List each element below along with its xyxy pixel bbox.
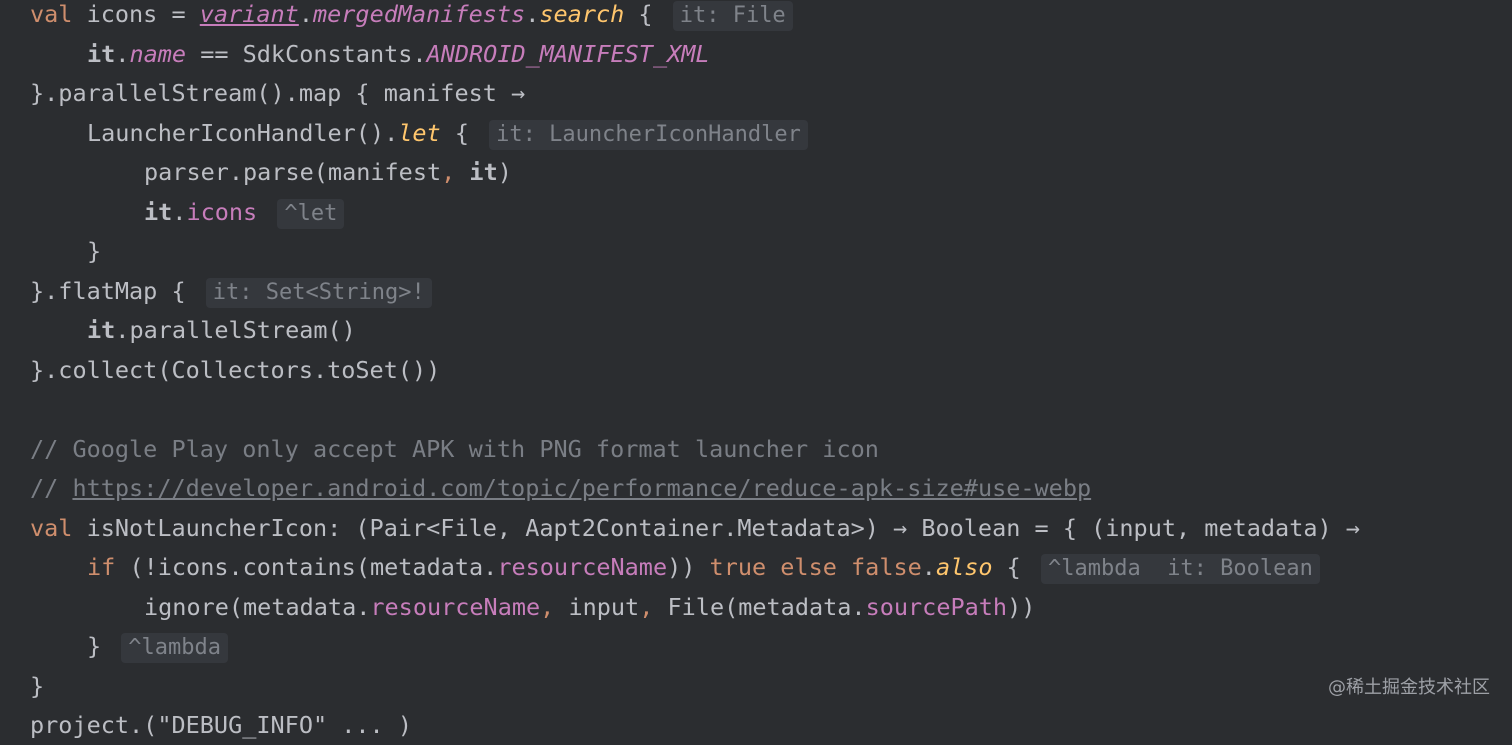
code-line[interactable]: // Google Play only accept APK with PNG …	[30, 430, 879, 469]
code-token: variant	[200, 0, 299, 28]
inlay-hint: ^let	[277, 199, 344, 229]
code-token: icons =	[87, 0, 200, 28]
inlay-hint: it: File	[673, 1, 793, 31]
code-token: parser.parse(manifest	[144, 158, 441, 186]
code-line[interactable]: parser.parse(manifest, it)	[144, 153, 512, 192]
code-token: sourcePath	[866, 593, 1007, 621]
inlay-hint: it: LauncherIconHandler	[489, 120, 808, 150]
code-line[interactable]: it.icons ^let	[144, 193, 344, 232]
code-token: it	[144, 198, 172, 226]
code-line[interactable]: ignore(metadata.resourceName, input, Fil…	[144, 588, 1035, 627]
code-token	[257, 198, 271, 226]
code-line[interactable]: }.collect(Collectors.toSet())	[30, 351, 440, 390]
code-token: it	[469, 158, 497, 186]
code-token: true else false	[710, 553, 922, 581]
code-token: }	[87, 632, 115, 660]
code-line[interactable]: val isNotLauncherIcon: (Pair<File, Aapt2…	[30, 509, 1360, 548]
code-token: .	[525, 0, 539, 28]
code-token: ,	[441, 158, 469, 186]
code-token: ANDROID_MANIFEST_XML	[427, 40, 710, 68]
code-token: {	[441, 119, 483, 147]
code-token: search	[539, 0, 624, 28]
code-token: LauncherIconHandler().	[87, 119, 398, 147]
code-token: resourceName	[497, 553, 667, 581]
code-token: .	[172, 198, 186, 226]
code-token: ))	[1007, 593, 1035, 621]
code-line[interactable]: it.name == SdkConstants.ANDROID_MANIFEST…	[87, 35, 710, 74]
code-token: {	[993, 553, 1035, 581]
code-token: )	[498, 158, 512, 186]
code-token: val	[30, 514, 87, 542]
code-line[interactable]: project.("DEBUG_INFO" ... )	[30, 706, 412, 745]
code-line[interactable]: it.parallelStream()	[87, 311, 356, 350]
code-token: }	[30, 672, 44, 700]
code-token: //	[30, 474, 72, 502]
code-line[interactable]: }	[30, 667, 44, 706]
code-token: project.("DEBUG_INFO" ... )	[30, 711, 412, 739]
code-token: also	[936, 553, 993, 581]
code-line[interactable]: if (!icons.contains(metadata.resourceNam…	[87, 548, 1320, 587]
watermark: @稀土掘金技术社区	[1328, 673, 1490, 699]
code-token: https://developer.android.com/topic/perf…	[72, 474, 1091, 502]
code-token: name	[129, 40, 186, 68]
code-line[interactable]: val icons = variant.mergedManifests.sear…	[30, 0, 793, 34]
code-token: }	[87, 237, 101, 265]
code-token: .	[115, 40, 129, 68]
code-line[interactable]: // https://developer.android.com/topic/p…	[30, 469, 1091, 508]
code-token: .	[922, 553, 936, 581]
code-token: (!icons.contains(metadata.	[129, 553, 497, 581]
code-token: mergedManifests	[313, 0, 525, 28]
code-token: }.collect(Collectors.toSet())	[30, 356, 440, 384]
inlay-hint: ^lambda	[121, 633, 228, 663]
code-token: // Google Play only accept APK with PNG …	[30, 435, 879, 463]
code-token: {	[624, 0, 666, 28]
code-token: if	[87, 553, 129, 581]
code-token: let	[398, 119, 440, 147]
inlay-hint: ^lambda it: Boolean	[1041, 554, 1320, 584]
code-token: .	[299, 0, 313, 28]
code-token: .parallelStream()	[115, 316, 356, 344]
code-token: resourceName	[370, 593, 540, 621]
code-token: it	[87, 40, 115, 68]
code-token: val	[30, 0, 87, 28]
code-token: icons	[186, 198, 257, 226]
code-token: ,	[639, 593, 667, 621]
code-token: isNotLauncherIcon: (Pair<File, Aapt2Cont…	[87, 514, 1360, 542]
code-token: ,	[540, 593, 568, 621]
code-token: File(metadata.	[668, 593, 866, 621]
code-token: }.parallelStream().map { manifest →	[30, 79, 525, 107]
code-editor[interactable]: val icons = variant.mergedManifests.sear…	[0, 0, 1512, 717]
code-line[interactable]: } ^lambda	[87, 627, 228, 666]
code-token: ignore(metadata.	[144, 593, 370, 621]
inlay-hint: it: Set<String>!	[206, 278, 432, 308]
code-token: input	[568, 593, 639, 621]
code-token: }.flatMap {	[30, 277, 200, 305]
code-line[interactable]: }	[87, 232, 101, 271]
code-token: == SdkConstants.	[186, 40, 427, 68]
code-line[interactable]: }.flatMap { it: Set<String>!	[30, 272, 432, 311]
code-token: ))	[667, 553, 709, 581]
code-token: it	[87, 316, 115, 344]
code-line[interactable]: }.parallelStream().map { manifest →	[30, 74, 525, 113]
code-line[interactable]: LauncherIconHandler().let { it: Launcher…	[87, 114, 808, 153]
